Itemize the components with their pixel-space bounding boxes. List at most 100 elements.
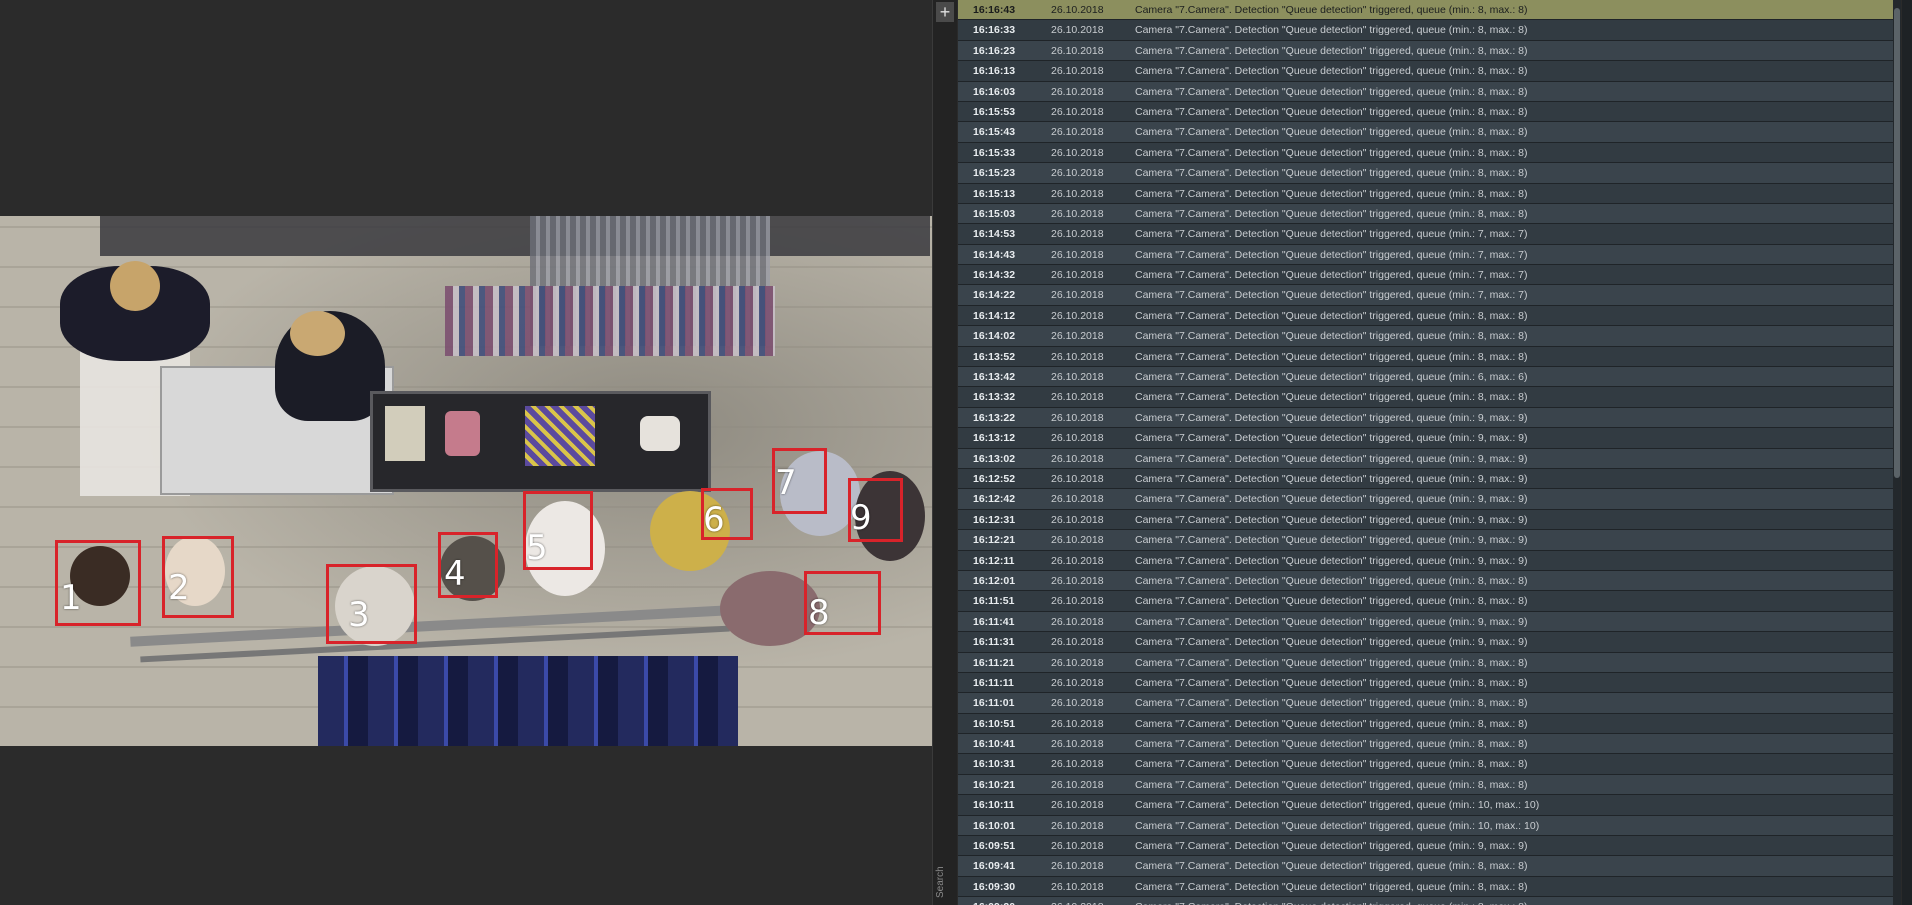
event-row[interactable]: 16:13:02 26.10.2018 Camera "7.Camera". Det… [958,448,1898,469]
event-date: 26.10.2018 [1051,452,1104,465]
event-row[interactable]: 16:15:43 26.10.2018 Camera "7.Camera". Det… [958,122,1898,143]
event-message: Camera "7.Camera". Detection "Queue dete… [1135,897,1528,905]
event-date: 26.10.2018 [1051,513,1104,526]
event-row[interactable]: 16:09:41 26.10.2018 Camera "7.Camera". Det… [958,856,1898,877]
event-row[interactable]: 16:13:42 26.10.2018 Camera "7.Camera". Det… [958,367,1898,388]
event-row[interactable]: 16:11:11 26.10.2018 Camera "7.Camera". Det… [958,672,1898,694]
event-row[interactable]: 16:14:02 26.10.2018 Camera "7.Camera". Det… [958,326,1898,347]
event-date: 26.10.2018 [1051,44,1104,57]
event-row[interactable]: 16:12:31 26.10.2018 Camera "7.Camera". Det… [958,509,1898,531]
event-date: 26.10.2018 [1051,778,1104,791]
event-row[interactable]: 16:10:21 26.10.2018 Camera "7.Camera". Det… [958,774,1898,796]
event-row[interactable]: 16:14:32 26.10.2018 Camera "7.Camera". Det… [958,265,1898,286]
detection-label: 7 [775,463,797,503]
event-date: 26.10.2018 [1051,758,1104,771]
event-message: Camera "7.Camera". Detection "Queue dete… [1135,330,1528,343]
event-date: 26.10.2018 [1051,350,1104,363]
event-date: 26.10.2018 [1051,411,1104,424]
scrollbar-thumb[interactable] [1894,8,1900,478]
event-time: 16:16:03 [973,85,1016,98]
event-row[interactable]: 16:16:23 26.10.2018 Camera "7.Camera". Det… [958,40,1898,62]
event-message: Camera "7.Camera". Detection "Queue dete… [1135,819,1540,832]
event-row[interactable]: 16:15:23 26.10.2018 Camera "7.Camera". Det… [958,163,1898,184]
event-row[interactable]: 16:09:51 26.10.2018 Camera "7.Camera". Det… [958,836,1898,857]
event-row[interactable]: 16:12:42 26.10.2018 Camera "7.Camera". Det… [958,489,1898,510]
event-time: 16:12:01 [973,574,1016,587]
event-time: 16:10:41 [973,738,1016,751]
event-row[interactable]: 16:15:53 26.10.2018 Camera "7.Camera". Det… [958,101,1898,123]
event-row[interactable]: 16:09:2026.10.2018Camera "7.Camera". Det… [958,897,1898,905]
event-date: 26.10.2018 [1051,819,1104,832]
event-time: 16:09:30 [973,880,1016,893]
event-message: Camera "7.Camera". Detection "Queue dete… [1135,778,1528,791]
event-row[interactable]: 16:11:21 26.10.2018 Camera "7.Camera". Det… [958,652,1898,673]
event-row[interactable]: 16:10:11 26.10.2018 Camera "7.Camera". Det… [958,795,1898,816]
event-date: 26.10.2018 [1051,717,1104,730]
event-date: 26.10.2018 [1051,65,1104,78]
event-date: 26.10.2018 [1051,676,1104,689]
event-message: Camera "7.Camera". Detection "Queue dete… [1135,860,1528,873]
event-row[interactable]: 16:10:41 26.10.2018 Camera "7.Camera". Det… [958,734,1898,755]
shopping-baskets [318,656,738,746]
event-row[interactable]: 16:15:03 26.10.2018 Camera "7.Camera". Det… [958,203,1898,225]
belt-item [385,406,425,461]
event-row[interactable]: 16:16:13 26.10.2018 Camera "7.Camera". Det… [958,61,1898,82]
event-date: 26.10.2018 [1051,615,1104,628]
event-row[interactable]: 16:15:13 26.10.2018 Camera "7.Camera". Det… [958,183,1898,204]
event-message: Camera "7.Camera". Detection "Queue dete… [1135,880,1528,893]
event-row[interactable]: 16:10:51 26.10.2018 Camera "7.Camera". Det… [958,713,1898,735]
search-tab[interactable]: Search [935,860,955,905]
event-message: Camera "7.Camera". Detection "Queue dete… [1135,228,1528,241]
event-message: Camera "7.Camera". Detection "Queue dete… [1135,248,1528,261]
event-message: Camera "7.Camera". Detection "Queue dete… [1135,105,1528,118]
event-time: 16:15:13 [973,187,1016,200]
event-time: 16:09:51 [973,840,1016,853]
event-date: 26.10.2018 [1051,595,1104,608]
event-message: Camera "7.Camera". Detection "Queue dete… [1135,554,1528,567]
camera-feed[interactable]: 1 2 3 4 5 6 7 8 9 [0,216,932,746]
event-row[interactable]: 16:12:52 26.10.2018 Camera "7.Camera". Det… [958,468,1898,490]
event-row[interactable]: 16:14:43 26.10.2018 Camera "7.Camera". Det… [958,244,1898,266]
event-time: 16:09:41 [973,860,1016,873]
event-row[interactable]: 16:13:12 26.10.2018 Camera "7.Camera". Det… [958,428,1898,449]
event-row[interactable]: 16:11:31 26.10.2018 Camera "7.Camera". Det… [958,632,1898,653]
event-row[interactable]: 16:13:52 26.10.2018 Camera "7.Camera". Det… [958,346,1898,368]
event-row[interactable]: 16:16:33 26.10.2018 Camera "7.Camera". Det… [958,20,1898,41]
detection-label: 2 [168,568,190,608]
event-message: Camera "7.Camera". Detection "Queue dete… [1135,24,1528,37]
event-date: 26.10.2018 [1051,371,1104,384]
event-row[interactable]: 16:14:53 26.10.2018 Camera "7.Camera". Det… [958,224,1898,245]
event-row[interactable]: 16:09:30 26.10.2018 Camera "7.Camera". Det… [958,876,1898,898]
detection-label: 4 [444,554,466,594]
event-date: 26.10.2018 [1051,207,1104,220]
event-time: 16:15:23 [973,167,1016,180]
event-log[interactable]: 16:16:43 26.10.2018 Camera "7.Camera". Det… [958,0,1898,905]
event-row[interactable]: 16:14:22 26.10.2018 Camera "7.Camera". Det… [958,285,1898,306]
event-row[interactable]: 16:16:43 26.10.2018 Camera "7.Camera". Det… [958,0,1898,21]
event-time: 16:12:11 [973,554,1015,567]
event-row[interactable]: 16:12:01 26.10.2018 Camera "7.Camera". Det… [958,570,1898,592]
event-row[interactable]: 16:10:01 26.10.2018 Camera "7.Camera". Det… [958,815,1898,837]
event-row[interactable]: 16:13:22 26.10.2018 Camera "7.Camera". Det… [958,407,1898,429]
event-row[interactable]: 16:14:12 26.10.2018 Camera "7.Camera". Det… [958,305,1898,327]
event-row[interactable]: 16:10:31 26.10.2018 Camera "7.Camera". Det… [958,754,1898,775]
add-button[interactable]: + [936,2,954,22]
event-row[interactable]: 16:13:32 26.10.2018 Camera "7.Camera". Det… [958,387,1898,408]
event-message: Camera "7.Camera". Detection "Queue dete… [1135,615,1528,628]
event-date: 26.10.2018 [1051,269,1104,282]
event-date: 26.10.2018 [1051,126,1104,139]
event-row[interactable]: 16:11:01 26.10.2018 Camera "7.Camera". Det… [958,693,1898,714]
event-row[interactable]: 16:12:11 26.10.2018 Camera "7.Camera". Det… [958,550,1898,571]
event-time: 16:15:33 [973,146,1016,159]
event-row[interactable]: 16:12:21 26.10.2018 Camera "7.Camera". Det… [958,530,1898,551]
shelf [100,216,930,256]
event-time: 16:11:01 [973,697,1015,710]
event-row[interactable]: 16:11:51 26.10.2018 Camera "7.Camera". Det… [958,591,1898,612]
event-message: Camera "7.Camera". Detection "Queue dete… [1135,391,1528,404]
event-row[interactable]: 16:15:33 26.10.2018 Camera "7.Camera". Det… [958,142,1898,164]
event-message: Camera "7.Camera". Detection "Queue dete… [1135,187,1528,200]
event-row[interactable]: 16:16:03 26.10.2018 Camera "7.Camera". Det… [958,81,1898,102]
side-toolbar: + Search [932,0,957,905]
cashier-head [290,311,345,356]
event-row[interactable]: 16:11:41 26.10.2018 Camera "7.Camera". Det… [958,611,1898,633]
